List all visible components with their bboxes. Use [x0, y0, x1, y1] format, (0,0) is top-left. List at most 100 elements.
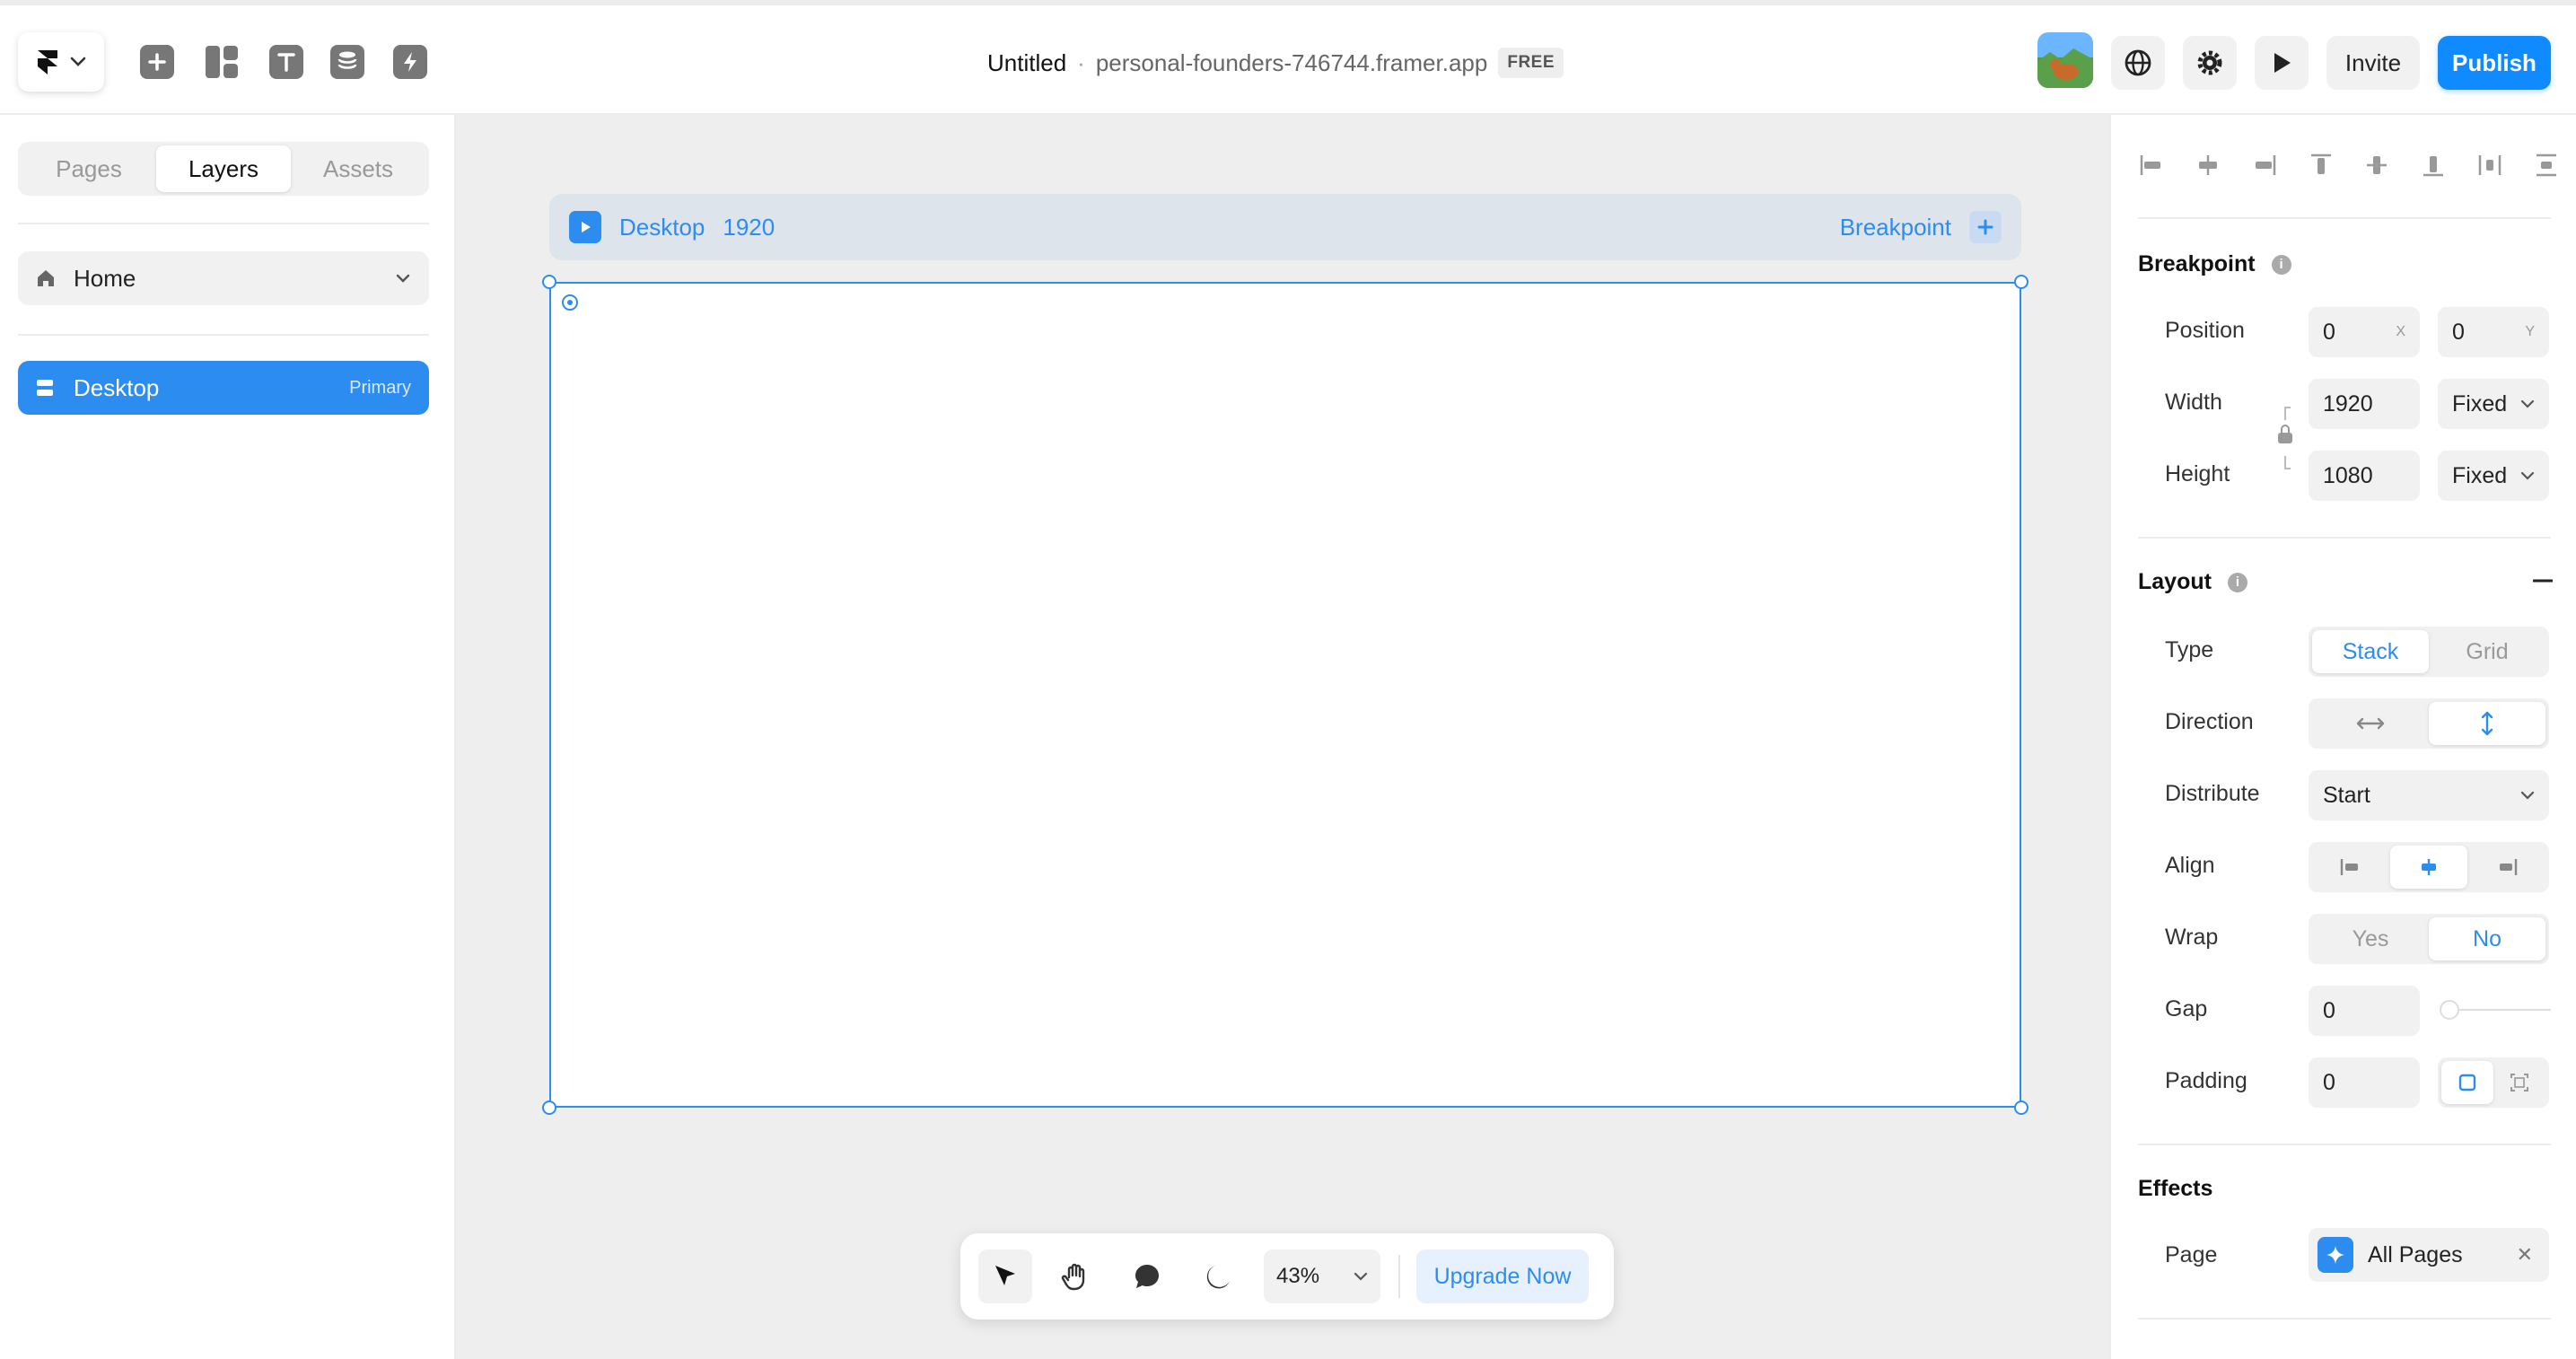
width-input[interactable]: 1920: [2309, 379, 2420, 429]
position-x-input[interactable]: 0 X: [2309, 307, 2420, 357]
zoom-selector[interactable]: 43%: [1264, 1249, 1380, 1303]
wrap-label: Wrap: [2165, 925, 2219, 950]
hand-tool-icon[interactable]: [1048, 1249, 1102, 1303]
height-mode-value: Fixed: [2452, 462, 2508, 488]
height-mode-select[interactable]: Fixed: [2438, 451, 2549, 501]
framer-menu-button[interactable]: [18, 32, 104, 92]
width-label: Width: [2165, 390, 2222, 415]
align-left-icon[interactable]: [2138, 152, 2165, 179]
info-icon[interactable]: i: [2271, 254, 2291, 275]
resize-handle-bottom-left[interactable]: [542, 1100, 556, 1115]
align-right-icon[interactable]: [2251, 152, 2278, 179]
gap-slider-track[interactable]: [2445, 1009, 2551, 1011]
breakpoint-name[interactable]: Desktop: [619, 214, 705, 241]
upgrade-now-button[interactable]: Upgrade Now: [1416, 1249, 1589, 1303]
width-mode-select[interactable]: Fixed: [2438, 379, 2549, 429]
chevron-down-icon: [1354, 1272, 1368, 1281]
page-selector-label: Home: [74, 264, 136, 292]
aspect-lock-icon[interactable]: [2276, 402, 2294, 474]
align-center-horizontal-icon[interactable]: [2195, 152, 2221, 179]
x-axis-label: X: [2396, 324, 2405, 339]
layout-grid-icon[interactable]: [205, 45, 239, 79]
globe-icon[interactable]: [2111, 36, 2165, 90]
align-top-icon[interactable]: [2308, 152, 2335, 179]
breakpoint-width: 1920: [723, 213, 775, 241]
position-y-input[interactable]: 0 Y: [2438, 307, 2549, 357]
comment-bubble-icon[interactable]: [1120, 1249, 1174, 1303]
page-selector[interactable]: Home: [18, 251, 429, 305]
padding-input[interactable]: 0: [2309, 1057, 2420, 1108]
dark-mode-moon-icon[interactable]: [1192, 1249, 1246, 1303]
home-icon: [38, 270, 54, 286]
padding-value: 0: [2323, 1069, 2335, 1095]
layout-type-stack[interactable]: Stack: [2312, 630, 2429, 673]
padding-uniform-icon[interactable]: [2441, 1061, 2493, 1104]
breakpoint-stack-icon: [37, 380, 53, 396]
wrap-yes[interactable]: Yes: [2312, 917, 2429, 960]
layout-type-grid[interactable]: Grid: [2429, 630, 2545, 673]
select-tool-arrow-icon[interactable]: [978, 1249, 1032, 1303]
text-tool-icon[interactable]: [269, 45, 303, 79]
align-center-vertical-icon[interactable]: [2363, 152, 2390, 179]
avatar[interactable]: [2037, 32, 2093, 88]
info-icon[interactable]: i: [2227, 572, 2247, 592]
publish-button[interactable]: Publish: [2438, 36, 2551, 90]
layer-item-desktop[interactable]: Desktop Primary: [18, 361, 429, 415]
padding-individual-icon[interactable]: [2493, 1061, 2545, 1104]
add-breakpoint-label[interactable]: Breakpoint: [1840, 214, 1951, 241]
align-bottom-icon[interactable]: [2420, 152, 2447, 179]
project-title[interactable]: Untitled: [987, 49, 1066, 77]
properties-panel: Breakpoint i Position 0 X 0 Y Width 1920…: [2109, 115, 2576, 1359]
height-input[interactable]: 1080: [2309, 451, 2420, 501]
all-pages-effect-chip[interactable]: All Pages ✕: [2309, 1228, 2549, 1282]
tab-pages[interactable]: Pages: [22, 145, 156, 192]
align-label: Align: [2165, 853, 2215, 878]
preview-play-icon[interactable]: [2255, 36, 2309, 90]
tab-assets[interactable]: Assets: [291, 145, 425, 192]
play-icon[interactable]: [569, 211, 601, 243]
chevron-down-icon: [70, 57, 86, 66]
add-breakpoint-plus-icon[interactable]: [1969, 211, 2002, 243]
tab-layers[interactable]: Layers: [156, 145, 291, 192]
direction-label: Direction: [2165, 709, 2254, 734]
canvas[interactable]: Desktop 1920 Breakpoint 43% Upgrade Now: [456, 115, 2109, 1359]
align-end-icon[interactable]: [2467, 846, 2545, 889]
resize-handle-top-left[interactable]: [542, 275, 556, 289]
distribute-horizontal-icon[interactable]: [2476, 152, 2503, 179]
wrap-no[interactable]: No: [2429, 917, 2545, 960]
origin-marker-icon: [562, 294, 578, 311]
panel-divider: [2138, 1144, 2551, 1145]
lightning-icon[interactable]: [393, 45, 427, 79]
chevron-down-icon: [2520, 791, 2535, 800]
remove-effect-close-icon[interactable]: ✕: [2517, 1243, 2533, 1267]
resize-handle-bottom-right[interactable]: [2014, 1100, 2028, 1115]
project-title-area[interactable]: Untitled · personal-founders-746744.fram…: [987, 47, 1564, 79]
distribute-select[interactable]: Start: [2309, 770, 2549, 820]
collapse-minus-icon[interactable]: [2533, 578, 2553, 583]
gap-input[interactable]: 0: [2309, 986, 2420, 1036]
project-domain[interactable]: personal-founders-746744.framer.app: [1096, 49, 1488, 77]
breakpoint-bar[interactable]: Desktop 1920 Breakpoint: [549, 194, 2021, 260]
align-start-icon[interactable]: [2312, 846, 2390, 889]
invite-button[interactable]: Invite: [2326, 36, 2420, 90]
width-value: 1920: [2323, 390, 2373, 416]
direction-horizontal-icon[interactable]: [2312, 702, 2429, 745]
desktop-frame[interactable]: [549, 282, 2021, 1108]
align-center-icon[interactable]: [2389, 846, 2468, 889]
gap-label: Gap: [2165, 996, 2208, 1021]
gap-value: 0: [2323, 997, 2335, 1023]
all-pages-label: All Pages: [2368, 1241, 2463, 1267]
direction-vertical-icon[interactable]: [2429, 702, 2545, 745]
height-value: 1080: [2323, 462, 2373, 488]
sparkle-icon: [2318, 1237, 2353, 1273]
insert-plus-icon[interactable]: [140, 45, 174, 79]
resize-handle-top-right[interactable]: [2014, 275, 2028, 289]
position-x-value: 0: [2323, 319, 2335, 345]
layout-section-title: Layout i: [2138, 569, 2247, 595]
settings-gear-icon[interactable]: [2183, 36, 2237, 90]
panel-divider: [2138, 1318, 2551, 1320]
cms-database-icon[interactable]: [330, 45, 364, 79]
position-label: Position: [2165, 318, 2245, 343]
distribute-vertical-icon[interactable]: [2533, 152, 2560, 179]
gap-slider-knob[interactable]: [2440, 1000, 2459, 1020]
